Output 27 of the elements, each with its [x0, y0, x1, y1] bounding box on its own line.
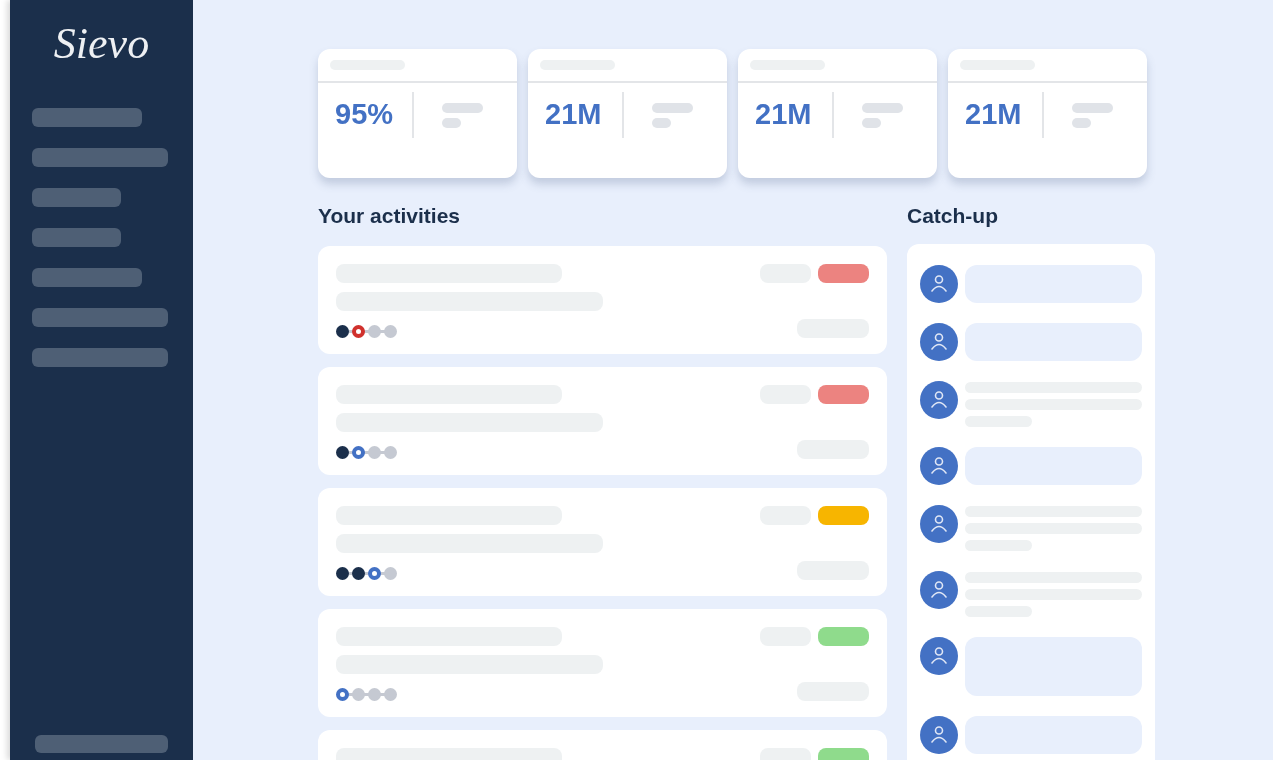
activity-card[interactable]: [318, 609, 887, 717]
placeholder-bar: [1072, 117, 1091, 128]
user-avatar-icon: [920, 716, 958, 754]
user-avatar-icon: [920, 381, 958, 419]
placeholder-bar: [652, 117, 671, 128]
placeholder-bar: [442, 102, 483, 113]
section-heading: Your activities: [318, 203, 460, 229]
placeholder-bar: [862, 102, 903, 113]
stat-value: 21M: [545, 97, 603, 133]
placeholder-bar: [442, 117, 461, 128]
stat-value: 95%: [335, 97, 395, 133]
logo: Sievo: [53, 22, 150, 66]
stat-value: 21M: [965, 97, 1023, 133]
activity-card[interactable]: [318, 367, 887, 475]
stat-value: 21M: [755, 97, 813, 133]
placeholder-bar: [862, 117, 881, 128]
user-avatar-icon: [920, 265, 958, 303]
activity-card[interactable]: [318, 246, 887, 354]
placeholder-bar: [1072, 102, 1113, 113]
user-avatar-icon: [920, 571, 958, 609]
section-heading: Catch-up: [907, 203, 998, 229]
activity-card[interactable]: [318, 488, 887, 596]
user-avatar-icon: [920, 505, 958, 543]
placeholder-bar: [652, 102, 693, 113]
user-avatar-icon: [920, 447, 958, 485]
user-avatar-icon: [920, 323, 958, 361]
user-avatar-icon: [920, 637, 958, 675]
